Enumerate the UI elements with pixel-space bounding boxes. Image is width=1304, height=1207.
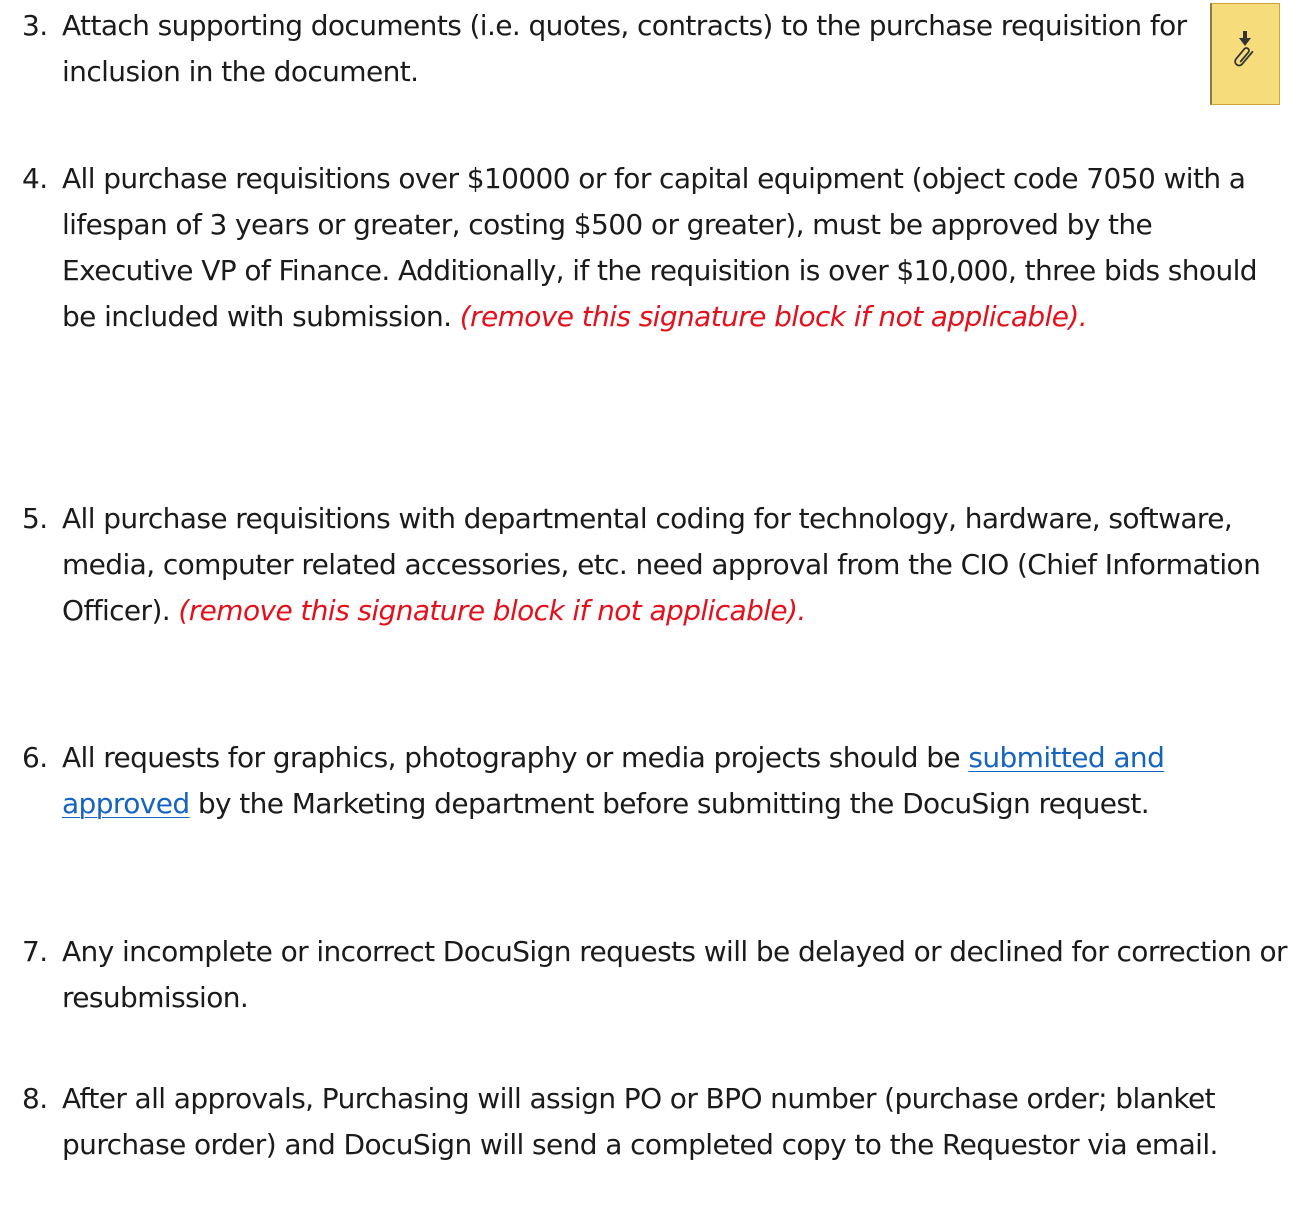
list-item: 5. All purchase requisitions with depart…: [22, 496, 1290, 634]
item-text: After all approvals, Purchasing will ass…: [62, 1076, 1290, 1168]
item-text: All purchase requisitions over $10000 or…: [62, 156, 1290, 340]
item-number: 4.: [22, 162, 48, 195]
list-item: 6. All requests for graphics, photograph…: [22, 735, 1290, 827]
item-text: Any incomplete or incorrect DocuSign req…: [62, 929, 1290, 1021]
remove-signature-note: (remove this signature block if not appl…: [459, 300, 1088, 333]
item-text-body: After all approvals, Purchasing will ass…: [62, 1082, 1218, 1161]
document-page: 3. Attach supporting documents (i.e. quo…: [0, 0, 1304, 1207]
item-number: 3.: [22, 9, 48, 42]
list-item: 4. All purchase requisitions over $10000…: [22, 156, 1290, 340]
item-number: 5.: [22, 502, 48, 535]
remove-signature-note: (remove this signature block if not appl…: [178, 594, 806, 627]
item-text-body: Attach supporting documents (i.e. quotes…: [62, 9, 1187, 88]
list-item: 3. Attach supporting documents (i.e. quo…: [22, 3, 1290, 95]
item-text: All purchase requisitions with departmen…: [62, 496, 1290, 634]
item-text-body: Any incomplete or incorrect DocuSign req…: [62, 935, 1288, 1014]
attachment-download-button[interactable]: [1210, 3, 1280, 105]
item-number: 7.: [22, 935, 48, 968]
item-number: 6.: [22, 741, 48, 774]
item-text: All requests for graphics, photography o…: [62, 735, 1290, 827]
list-item: 8. After all approvals, Purchasing will …: [22, 1076, 1290, 1168]
list-item: 7. Any incomplete or incorrect DocuSign …: [22, 929, 1290, 1021]
item-text: Attach supporting documents (i.e. quotes…: [62, 3, 1290, 95]
download-attachment-icon: [1234, 31, 1254, 67]
item-text-after: by the Marketing department before submi…: [189, 787, 1150, 820]
item-text-before: All requests for graphics, photography o…: [62, 741, 969, 774]
item-number: 8.: [22, 1082, 48, 1115]
